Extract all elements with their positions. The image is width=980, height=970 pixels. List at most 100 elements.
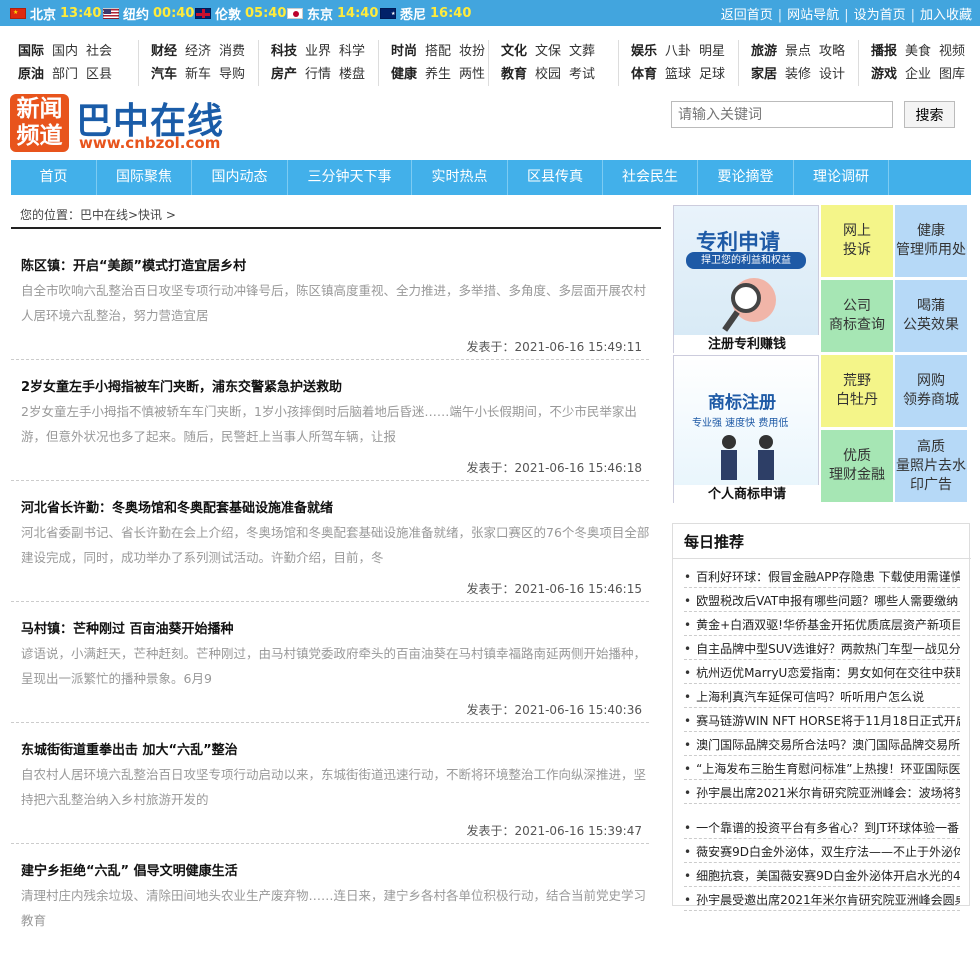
category-link[interactable]: 健康 (391, 67, 417, 82)
category-link[interactable]: 科学 (339, 44, 365, 59)
category-link[interactable]: 景点 (785, 44, 811, 59)
category-link[interactable]: 游戏 (871, 67, 897, 82)
category-link[interactable]: 文化 (501, 44, 527, 59)
article-title[interactable]: 陈区镇：开启“美颜”模式打造宜居乡村 (21, 255, 246, 274)
category-link[interactable]: 美食 (905, 44, 931, 59)
category-link[interactable]: 区县 (86, 67, 112, 82)
promo-tile[interactable]: 健康 管理师用处 (895, 205, 967, 277)
category-link[interactable]: 原油 (18, 67, 44, 82)
category-link[interactable]: 视频 (939, 44, 965, 59)
recommend-item[interactable]: “上海发布三胎生育慰问标准”上热搜！环亚国际医疗 (684, 760, 960, 780)
category-link[interactable]: 设计 (819, 67, 845, 82)
category-link[interactable]: 两性 (459, 67, 485, 82)
recommend-item[interactable]: 赛马链游WIN NFT HORSE将于11月18日正式开启 (684, 712, 960, 732)
recommend-item[interactable]: 自主品牌中型SUV选谁好？两款热门车型一战见分晓 (684, 640, 960, 660)
recommend-item[interactable]: 百利好环球：假冒金融APP存隐患 下载使用需谨慎 (684, 568, 960, 588)
nav-item[interactable]: 区县传真 (508, 160, 603, 195)
promo-tile[interactable]: 高质 量照片去水 印广告 (895, 430, 967, 502)
category-link[interactable]: 装修 (785, 67, 811, 82)
article-title[interactable]: 东城街街道重拳出击 加大“六乱”整治 (21, 739, 238, 758)
recommend-item[interactable]: 一个靠谱的投资平台有多省心？到JT环球体验一番 (684, 819, 960, 839)
category-link[interactable]: 时尚 (391, 44, 417, 59)
category-link[interactable]: 国际 (18, 44, 44, 59)
category-link[interactable]: 文葬 (569, 44, 595, 59)
tile-label: 投诉 (843, 242, 871, 258)
category-link[interactable]: 考试 (569, 67, 595, 82)
category-link[interactable]: 体育 (631, 67, 657, 82)
article-summary: 谚语说，小满赶天，芒种赶刻。芒种刚过，由马村镇党委政府牵头的百亩油葵在马村镇幸福… (21, 646, 647, 686)
promo-trademark[interactable]: 商标注册 专业强 速度快 费用低 个人商标申请 (673, 355, 820, 504)
promo-tile[interactable]: 公司 商标查询 (821, 280, 893, 352)
promo-tile[interactable]: 优质 理财金融 (821, 430, 893, 502)
recommend-item[interactable]: 孙宇晨出席2021米尔肯研究院亚洲峰会：波场将努力 (684, 784, 960, 804)
recommend-item[interactable]: 黄金+白酒双驱!华侨基金开拓优质底层资产新项目 (684, 616, 960, 636)
category-link[interactable]: 导购 (219, 67, 245, 82)
article-time: 发表于：2021-06-16 15:39:47 (466, 824, 642, 838)
category-link[interactable]: 经济 (185, 44, 211, 59)
category-link[interactable]: 播报 (871, 44, 897, 59)
category-link[interactable]: 家居 (751, 67, 777, 82)
category-link[interactable]: 校园 (535, 67, 561, 82)
category-link[interactable]: 文保 (535, 44, 561, 59)
link-home[interactable]: 返回首页 (721, 8, 773, 23)
recommend-item[interactable]: 杭州迈优MarryU恋爱指南：男女如何在交往中获取 (684, 664, 960, 684)
promo-patent[interactable]: 专利申请 捍卫您的利益和权益 注册专利赚钱 (673, 205, 820, 354)
category-link[interactable]: 社会 (86, 44, 112, 59)
category-link[interactable]: 教育 (501, 67, 527, 82)
category-link[interactable]: 明星 (699, 44, 725, 59)
nav-item[interactable]: 三分钟天下事 (288, 160, 412, 195)
category-link[interactable]: 新车 (185, 67, 211, 82)
promo-tile[interactable]: 网购 领券商城 (895, 355, 967, 427)
category-link[interactable]: 旅游 (751, 44, 777, 59)
nav-item[interactable]: 国内动态 (192, 160, 288, 195)
link-bookmark[interactable]: 加入收藏 (920, 8, 972, 23)
nav-item[interactable]: 国际聚焦 (97, 160, 192, 195)
search-button[interactable]: 搜索 (904, 101, 955, 128)
category-link[interactable]: 房产 (271, 67, 297, 82)
article-title[interactable]: 2岁女童左手小拇指被车门夹断，浦东交警紧急护送救助 (21, 376, 342, 395)
nav-item[interactable]: 社会民生 (603, 160, 698, 195)
recommend-item[interactable]: 薇安赛9D白金外泌体，双生疗法——不止于外泌体 (684, 843, 960, 863)
nav-item[interactable]: 实时热点 (412, 160, 508, 195)
nav-item[interactable]: 要论摘登 (698, 160, 794, 195)
site-logo[interactable]: 新闻 频道 巴中在线 www.cnbzol.com (10, 94, 235, 154)
category-link[interactable]: 养生 (425, 67, 451, 82)
category-link[interactable]: 搭配 (425, 44, 451, 59)
promo-tile[interactable]: 荒野 白牡丹 (821, 355, 893, 427)
category-link[interactable]: 八卦 (665, 44, 691, 59)
category-link[interactable]: 汽车 (151, 67, 177, 82)
article-title[interactable]: 马村镇：芒种刚过 百亩油葵开始播种 (21, 618, 234, 637)
promo-tile[interactable]: 网上 投诉 (821, 205, 893, 277)
category-link[interactable]: 部门 (52, 67, 78, 82)
category-link[interactable]: 企业 (905, 67, 931, 82)
nav-item[interactable]: 理论调研 (794, 160, 889, 195)
category-link[interactable]: 娱乐 (631, 44, 657, 59)
promo-tile[interactable]: 喝蒲 公英效果 (895, 280, 967, 352)
tile-label: 公英效果 (903, 317, 959, 333)
article-title[interactable]: 建宁乡拒绝“六乱” 倡导文明健康生活 (21, 860, 238, 879)
category-link[interactable]: 图库 (939, 67, 965, 82)
category-link[interactable]: 攻略 (819, 44, 845, 59)
recommend-item[interactable]: 孙宇晨受邀出席2021年米尔肯研究院亚洲峰会圆桌 (684, 891, 960, 911)
china-flag-icon: ★ (10, 8, 26, 19)
category-link[interactable]: 篮球 (665, 67, 691, 82)
category-link[interactable]: 行情 (305, 67, 331, 82)
category-link[interactable]: 业界 (305, 44, 331, 59)
category-link[interactable]: 消费 (219, 44, 245, 59)
nav-item[interactable]: 首页 (11, 160, 97, 195)
link-set-homepage[interactable]: 设为首页 (854, 8, 906, 23)
recommend-item[interactable]: 欧盟税改后VAT申报有哪些问题？哪些人需要缴纳 (684, 592, 960, 612)
category-link[interactable]: 科技 (271, 44, 297, 59)
link-sitemap[interactable]: 网站导航 (787, 8, 839, 23)
category-link[interactable]: 楼盘 (339, 67, 365, 82)
category-link[interactable]: 国内 (52, 44, 78, 59)
category-link[interactable]: 妆扮 (459, 44, 485, 59)
category-link[interactable]: 财经 (151, 44, 177, 59)
recommend-item[interactable]: 澳门国际品牌交易所合法吗？澳门国际品牌交易所 (684, 736, 960, 756)
category-link[interactable]: 足球 (699, 67, 725, 82)
search-input[interactable] (671, 101, 893, 128)
recommend-item[interactable]: 上海利真汽车延保可信吗？听听用户怎么说 (684, 688, 960, 708)
article-title[interactable]: 河北省长许勤：冬奥场馆和冬奥配套基础设施准备就绪 (21, 497, 333, 516)
category-group: 旅游 景点 攻略家居 装修 设计 (738, 40, 853, 86)
recommend-item[interactable]: 细胞抗衰，美国薇安赛9D白金外泌体开启水光的4.0 (684, 867, 960, 887)
